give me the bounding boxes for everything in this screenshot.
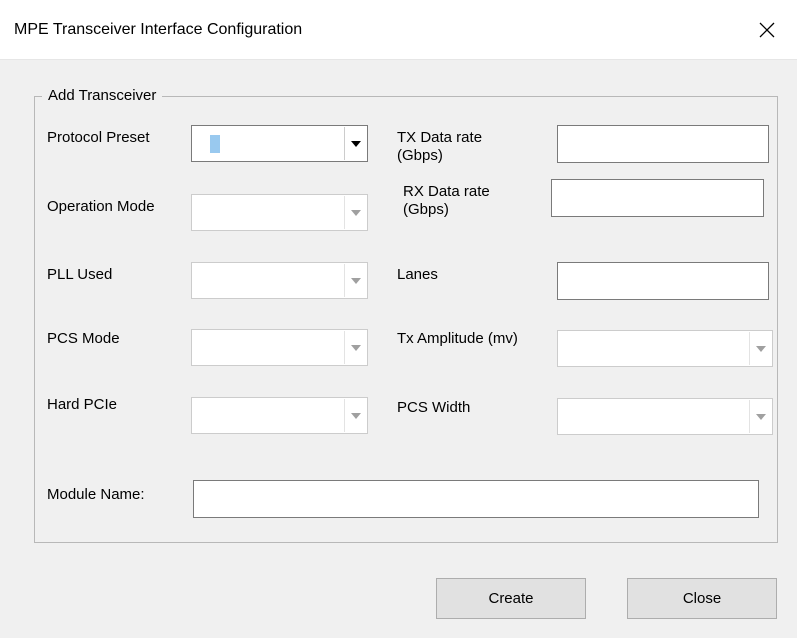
chevron-down-icon [350, 412, 361, 419]
protocol-preset-dropdown-button[interactable] [344, 127, 366, 160]
window-close-button[interactable] [737, 8, 797, 52]
hard-pcie-dropdown[interactable] [191, 397, 368, 434]
tx-amplitude-dropdown-button[interactable] [749, 332, 771, 365]
rx-data-rate-label: RX Data rate (Gbps) [403, 183, 490, 219]
pll-used-label: PLL Used [47, 266, 113, 283]
operation-mode-dropdown[interactable] [191, 194, 368, 231]
pcs-width-dropdown[interactable] [557, 398, 773, 435]
chevron-down-icon [350, 209, 361, 216]
pcs-mode-dropdown-button[interactable] [344, 331, 366, 364]
rx-data-rate-label-line1: RX Data rate [403, 183, 490, 200]
create-button[interactable]: Create [436, 578, 586, 619]
window-title: MPE Transceiver Interface Configuration [14, 21, 303, 38]
pcs-width-label: PCS Width [397, 399, 471, 416]
tx-data-rate-input[interactable] [557, 125, 769, 163]
title-bar: MPE Transceiver Interface Configuration [0, 0, 797, 60]
tx-data-rate-label-line2: (Gbps) [397, 147, 443, 164]
protocol-preset-dropdown[interactable] [191, 125, 368, 162]
tx-amplitude-dropdown[interactable] [557, 330, 773, 367]
chevron-down-icon [755, 345, 766, 352]
selection-highlight [210, 135, 220, 153]
pcs-width-dropdown-button[interactable] [749, 400, 771, 433]
rx-data-rate-input[interactable] [551, 179, 764, 217]
protocol-preset-label: Protocol Preset [47, 129, 150, 146]
pll-used-dropdown-button[interactable] [344, 264, 366, 297]
tx-amplitude-label: Tx Amplitude (mv) [397, 330, 518, 347]
chevron-down-icon [350, 344, 361, 351]
chevron-down-icon [755, 413, 766, 420]
close-icon [759, 22, 775, 38]
group-title: Add Transceiver [42, 87, 163, 104]
tx-data-rate-label: TX Data rate (Gbps) [397, 129, 482, 165]
hard-pcie-label: Hard PCIe [47, 396, 118, 413]
operation-mode-label: Operation Mode [47, 198, 155, 215]
tx-data-rate-label-line1: TX Data rate [397, 129, 483, 146]
hard-pcie-dropdown-button[interactable] [344, 399, 366, 432]
lanes-label: Lanes [397, 266, 438, 283]
lanes-input[interactable] [557, 262, 769, 300]
module-name-label: Module Name: [47, 486, 145, 503]
close-button[interactable]: Close [627, 578, 777, 619]
operation-mode-dropdown-button[interactable] [344, 196, 366, 229]
chevron-down-icon [350, 140, 361, 147]
pll-used-dropdown[interactable] [191, 262, 368, 299]
pcs-mode-dropdown[interactable] [191, 329, 368, 366]
chevron-down-icon [350, 277, 361, 284]
rx-data-rate-label-line2: (Gbps) [403, 201, 449, 218]
module-name-input[interactable] [193, 480, 759, 518]
pcs-mode-label: PCS Mode [47, 330, 120, 347]
